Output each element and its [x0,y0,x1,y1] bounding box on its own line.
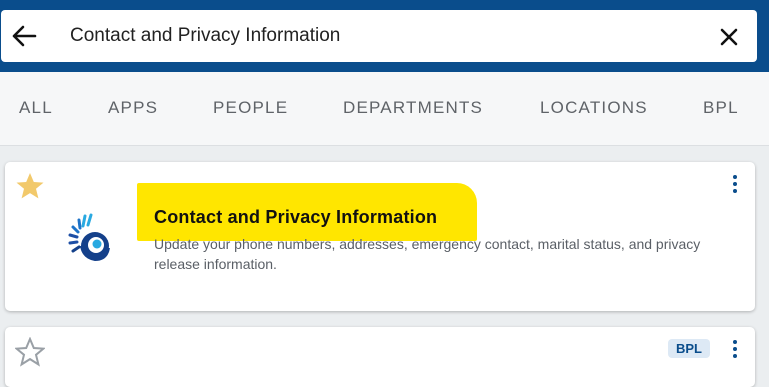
kebab-menu-icon[interactable] [731,340,739,362]
result-title[interactable]: Contact and Privacy Information [154,207,437,228]
search-input[interactable]: Contact and Privacy Information [70,25,340,47]
filter-tabs: ALL APPS PEOPLE DEPARTMENTS LOCATIONS BP… [0,72,769,146]
tab-apps[interactable]: APPS [108,98,158,118]
tab-people[interactable]: PEOPLE [213,98,288,118]
result-description: Update your phone numbers, addresses, em… [154,236,701,272]
app-header: Contact and Privacy Information [0,0,769,72]
kebab-menu-icon[interactable] [731,175,739,197]
result-card[interactable]: BPL [5,327,755,387]
star-icon[interactable] [15,171,45,201]
close-icon[interactable] [719,27,739,47]
result-card[interactable]: Contact and Privacy Information Update y… [5,162,755,311]
tab-bpl[interactable]: BPL [703,98,739,118]
tab-all[interactable]: ALL [19,98,53,118]
back-arrow-icon[interactable] [11,24,37,48]
nautilus-shell-logo [68,213,110,262]
star-outline-icon[interactable] [15,337,45,367]
tab-departments[interactable]: DEPARTMENTS [343,98,483,118]
search-bar[interactable]: Contact and Privacy Information [1,10,757,62]
tab-locations[interactable]: LOCATIONS [540,98,648,118]
